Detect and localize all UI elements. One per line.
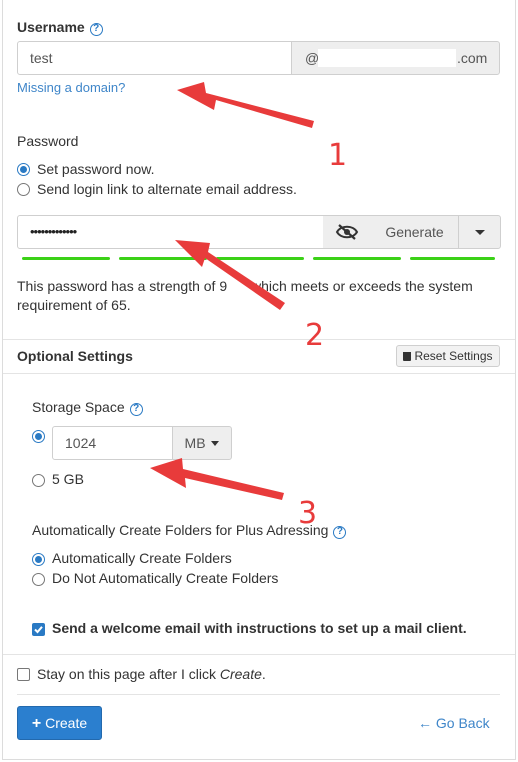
- annotation-arrow-2: [175, 240, 285, 310]
- annotation-arrow-3: [150, 458, 284, 500]
- annotation-number-1: 1: [328, 138, 348, 173]
- annotation-number-3: 3: [298, 496, 318, 531]
- annotation-overlay: [150, 82, 314, 500]
- annotation-arrow-1: [177, 82, 314, 128]
- annotation-number-2: 2: [305, 318, 325, 353]
